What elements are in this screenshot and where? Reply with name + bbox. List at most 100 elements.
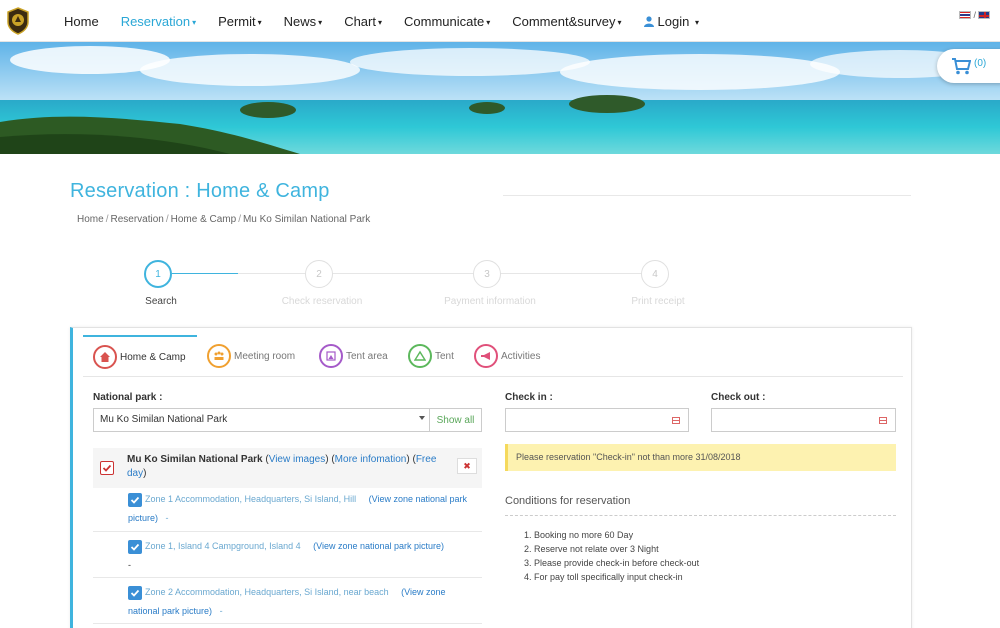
zone-dash: - <box>128 560 131 570</box>
login-menu[interactable]: Login ▾ <box>643 13 699 29</box>
breadcrumb: Home / Reservation / Home & Camp / Mu Ko Simil… <box>77 214 371 225</box>
checkin-notice: Please reservation "Check-in" not than m… <box>505 444 896 471</box>
zone-row: Zone 1, Island 4 Campground, Island 4 (V… <box>93 532 482 578</box>
tent-icon <box>408 344 432 368</box>
main-menu: Home Reservation ▾ Permit ▾ News ▾ Chart ▾ C… <box>64 0 721 42</box>
park-emblem-logo[interactable] <box>6 7 30 35</box>
calendar-icon[interactable] <box>672 417 680 424</box>
menu-label: Chart <box>344 13 376 29</box>
title-divider <box>503 195 911 196</box>
chevron-down-icon <box>419 416 425 420</box>
national-park-select[interactable]: Mu Ko Similan National Park <box>93 408 430 432</box>
step-2-label: Check reservation <box>281 296 363 307</box>
home-icon <box>93 345 117 369</box>
meeting-icon <box>207 344 231 368</box>
caret-down-icon: ▾ <box>617 17 622 27</box>
breadcrumb-reservation[interactable]: Reservation <box>110 214 163 225</box>
user-icon <box>643 15 654 27</box>
step-4-label: Print receipt <box>631 296 685 307</box>
condition-item: 2. Reserve not relate over 3 Night <box>524 544 659 554</box>
view-images-link[interactable]: View images <box>269 454 326 465</box>
more-info-link[interactable]: More infomation <box>335 454 407 465</box>
tab-label: Meeting room <box>234 350 296 362</box>
conditions-divider <box>505 515 896 516</box>
tab-label: Tent <box>435 350 454 362</box>
park-checkbox[interactable] <box>100 461 114 475</box>
tab-home-camp[interactable]: Home & Camp <box>83 335 197 377</box>
caret-down-icon: ▾ <box>377 17 382 27</box>
tab-tent[interactable]: Tent <box>408 335 454 377</box>
menu-label: Comment&survey <box>512 13 616 29</box>
show-all-button[interactable]: Show all <box>430 408 482 432</box>
park-info: Mu Ko Similan National Park (View images… <box>127 454 437 479</box>
zone-row: Zone 2 Accommodation, Headquarters, Si I… <box>93 578 482 624</box>
menu-item-permit[interactable]: Permit ▾ <box>218 14 262 29</box>
calendar-icon[interactable] <box>879 417 887 424</box>
zone-dash: - <box>165 513 169 523</box>
cart-icon <box>952 58 971 75</box>
uk-flag-icon[interactable] <box>978 11 990 19</box>
zone-info: Zone 2 Accommodation, Headquarters, Si I… <box>128 583 478 621</box>
tab-label: Home & Camp <box>120 351 186 363</box>
menu-item-chart[interactable]: Chart ▾ <box>344 14 382 29</box>
tab-label: Activities <box>501 350 541 362</box>
check-in-field[interactable] <box>505 408 689 432</box>
conditions-list: 1. Booking no more 60 Day 2. Reserve not… <box>524 528 699 584</box>
remove-park-button[interactable]: ✖ <box>457 458 477 474</box>
condition-item: 1. Booking no more 60 Day <box>524 530 634 540</box>
zone-dash: - <box>219 606 223 616</box>
caret-down-icon: ▾ <box>486 17 491 27</box>
reservation-panel: Home & Camp Meeting room Tent area Tent … <box>70 327 912 628</box>
zone-name: Zone 1, Island 4 Campground, Island 4 <box>145 541 301 551</box>
menu-label: News <box>283 13 317 29</box>
step-1-circle: 1 <box>144 260 172 288</box>
zone-info: Zone 1 Accommodation, Headquarters, Si I… <box>128 490 478 528</box>
thai-flag-icon[interactable] <box>959 11 972 19</box>
step-3-circle: 3 <box>473 260 501 288</box>
menu-item-comment-survey[interactable]: Comment&survey ▾ <box>512 14 621 29</box>
tent-area-icon <box>319 344 343 368</box>
category-tabs: Home & Camp Meeting room Tent area Tent … <box>83 335 903 377</box>
check-out-field[interactable] <box>711 408 896 432</box>
zone-info: Zone 1, Island 4 Campground, Island 4 (V… <box>128 537 478 575</box>
caret-down-icon: ▾ <box>318 17 323 27</box>
zone-picture-link[interactable]: (View zone national park picture) <box>313 541 444 551</box>
tab-meeting-room[interactable]: Meeting room <box>207 335 295 377</box>
megaphone-icon <box>474 344 498 368</box>
breadcrumb-home-camp[interactable]: Home & Camp <box>171 214 237 225</box>
top-navbar: Home Reservation ▾ Permit ▾ News ▾ Chart ▾ C… <box>0 0 1000 42</box>
step-2-circle: 2 <box>305 260 333 288</box>
zone-name: Zone 1 Accommodation, Headquarters, Si I… <box>145 494 357 504</box>
menu-item-reservation[interactable]: Reservation ▾ <box>121 14 196 29</box>
tab-label: Tent area <box>346 350 388 362</box>
zone-name: Zone 2 Accommodation, Headquarters, Si I… <box>145 587 389 597</box>
language-switcher: / <box>959 10 990 20</box>
caret-down-icon: ▾ <box>694 17 699 27</box>
page-title: Reservation : Home & Camp <box>70 180 330 202</box>
tab-tent-area[interactable]: Tent area <box>319 335 388 377</box>
cart-button[interactable]: (0) <box>937 49 1000 83</box>
menu-label: Permit <box>218 13 256 29</box>
breadcrumb-home[interactable]: Home <box>77 214 104 225</box>
conditions-title: Conditions for reservation <box>505 495 631 507</box>
menu-label: Reservation <box>120 13 191 29</box>
menu-label: Communicate <box>404 13 485 29</box>
check-out-label: Check out : <box>711 392 766 403</box>
menu-item-news[interactable]: News ▾ <box>284 14 323 29</box>
condition-item: 4. For pay toll specifically input check… <box>524 572 683 582</box>
park-name: Mu Ko Similan National Park <box>127 454 263 465</box>
cart-count: (0) <box>974 57 987 69</box>
menu-label: Home <box>64 13 99 29</box>
national-park-selected-value: Mu Ko Similan National Park <box>100 414 228 425</box>
caret-down-icon: ▾ <box>257 17 262 27</box>
step-4-circle: 4 <box>641 260 669 288</box>
tab-activities[interactable]: Activities <box>474 335 540 377</box>
menu-item-home[interactable]: Home <box>64 14 99 29</box>
step-1-label: Search <box>145 296 177 307</box>
hero-banner-image <box>0 42 1000 154</box>
step-3-label: Payment information <box>444 296 536 307</box>
lang-separator: / <box>973 10 976 20</box>
menu-item-communicate[interactable]: Communicate ▾ <box>404 14 490 29</box>
login-label: Login <box>657 13 690 29</box>
breadcrumb-current: Mu Ko Similan National Park <box>242 214 371 225</box>
